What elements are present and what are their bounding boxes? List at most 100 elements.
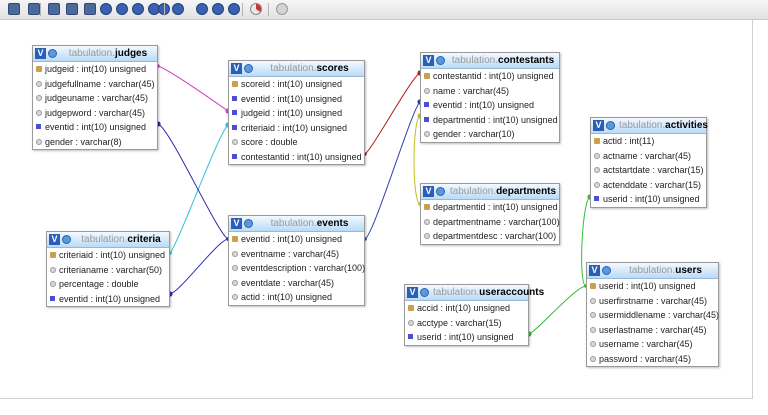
column-row[interactable]: userid : int(10) unsigned	[587, 279, 718, 294]
table-activities[interactable]: Vtabulation.activities actid : int(11) act…	[590, 117, 708, 208]
toggle-columns-icon[interactable]: V	[589, 265, 600, 276]
gear-icon[interactable]	[420, 288, 429, 297]
column-row[interactable]: judgeid : int(10) unsigned	[33, 62, 157, 77]
column-row[interactable]: actenddate : varchar(15)	[591, 178, 706, 193]
column-row[interactable]: judgeid : int(10) unsigned	[229, 106, 364, 121]
gear-icon[interactable]	[436, 187, 445, 196]
table-header[interactable]: Vtabulation.departments	[421, 184, 559, 200]
help-circle-icon[interactable]	[116, 3, 128, 15]
list-icon[interactable]	[66, 3, 78, 15]
column-row[interactable]: percentage : double	[47, 277, 169, 292]
table-scores[interactable]: Vtabulation.scores scoreid : int(10) unsi…	[228, 60, 365, 165]
table-contestants[interactable]: Vtabulation.contestants contestantid : in…	[420, 52, 560, 143]
music-note-icon[interactable]	[84, 3, 96, 15]
toggle-columns-icon[interactable]: V	[423, 186, 434, 197]
column-row[interactable]: eventid : int(10) unsigned	[47, 292, 169, 307]
column-row[interactable]: actstartdate : varchar(15)	[591, 163, 706, 178]
toggle-columns-icon[interactable]: V	[407, 287, 418, 298]
column-row[interactable]: eventid : int(10) unsigned	[33, 120, 157, 135]
fullscreen-icon[interactable]	[28, 3, 40, 15]
column-row[interactable]: acctype : varchar(15)	[405, 316, 528, 331]
toolbar-separator	[242, 3, 243, 16]
column-row[interactable]: criterianame : varchar(50)	[47, 263, 169, 278]
gear-icon[interactable]	[602, 266, 611, 275]
column-row[interactable]: score : double	[229, 135, 364, 150]
column-row[interactable]: departmentid : int(10) unsigned	[421, 200, 559, 215]
column-row[interactable]: password : varchar(45)	[587, 352, 718, 367]
table-header[interactable]: Vtabulation.users	[587, 263, 718, 279]
table-departments[interactable]: Vtabulation.departments departmentid : in…	[420, 183, 560, 245]
column-row[interactable]: gender : varchar(8)	[33, 135, 157, 150]
column-row[interactable]: actid : int(11)	[591, 134, 706, 149]
column-row[interactable]: username : varchar(45)	[587, 337, 718, 352]
column-row[interactable]: eventid : int(10) unsigned	[421, 98, 559, 113]
toggle-columns-icon[interactable]: V	[231, 63, 242, 74]
column-row[interactable]: userfirstname : varchar(45)	[587, 294, 718, 309]
toggle-columns-icon[interactable]: V	[423, 55, 434, 66]
column-row[interactable]: actid : int(10) unsigned	[229, 290, 364, 305]
gear-icon[interactable]	[244, 219, 253, 228]
column-icon	[594, 181, 600, 188]
zoom-in-icon[interactable]	[172, 3, 184, 15]
toggle-columns-icon[interactable]: V	[49, 234, 60, 245]
column-row[interactable]: departmentid : int(10) unsigned	[421, 113, 559, 128]
column-row[interactable]: judgepword : varchar(45)	[33, 106, 157, 121]
gear-icon[interactable]	[436, 56, 445, 65]
table-header[interactable]: Vtabulation.useraccounts	[405, 285, 544, 301]
edit-icon[interactable]	[212, 3, 224, 15]
column-row[interactable]: userid : int(10) unsigned	[405, 330, 528, 345]
table-header[interactable]: Vtabulation.criteria	[47, 232, 169, 248]
column-row[interactable]: userlastname : varchar(45)	[587, 323, 718, 338]
table-header[interactable]: Vtabulation.judges	[33, 46, 157, 62]
column-row[interactable]: contestantid : int(10) unsigned	[421, 69, 559, 84]
table-header[interactable]: Vtabulation.scores	[229, 61, 364, 77]
index-icon	[50, 295, 55, 301]
column-label: judgeuname : varchar(45)	[45, 93, 149, 103]
gear-icon[interactable]	[606, 121, 615, 130]
column-label: gender : varchar(8)	[45, 136, 122, 147]
column-row[interactable]: eventdescription : varchar(100)	[229, 261, 365, 276]
circle-icon[interactable]	[100, 3, 112, 15]
toggle-icon[interactable]	[8, 3, 20, 15]
gear-icon[interactable]	[48, 49, 57, 58]
arrow-icon[interactable]	[276, 3, 288, 15]
column-row[interactable]: eventid : int(10) unsigned	[229, 232, 364, 247]
column-label: judgefullname : varchar(45)	[45, 78, 155, 89]
table-judges[interactable]: Vtabulation.judges judgeid : int(10) unsi…	[32, 45, 158, 150]
print-icon[interactable]	[228, 3, 240, 15]
table-header[interactable]: Vtabulation.events	[229, 216, 364, 232]
table-header[interactable]: Vtabulation.activities	[591, 118, 708, 134]
column-row[interactable]: contestantid : int(10) unsigned	[229, 150, 364, 165]
column-row[interactable]: eventname : varchar(45)	[229, 247, 364, 262]
column-row[interactable]: departmentdesc : varchar(100)	[421, 229, 559, 244]
table-users[interactable]: Vtabulation.users userid : int(10) unsign…	[586, 262, 719, 367]
table-useraccounts[interactable]: Vtabulation.useraccounts accid : int(10) …	[404, 284, 544, 346]
toggle-columns-icon[interactable]: V	[593, 120, 604, 131]
column-label: departmentid : int(10) unsigned	[433, 202, 558, 212]
gear-icon[interactable]	[244, 64, 253, 73]
column-row[interactable]: gender : varchar(10)	[421, 127, 559, 142]
column-row[interactable]: usermiddlename : varchar(45)	[587, 308, 719, 323]
column-row[interactable]: name : varchar(45)	[421, 84, 559, 99]
gear-icon[interactable]	[62, 235, 71, 244]
save-icon[interactable]	[48, 3, 60, 15]
pie-chart-icon[interactable]	[250, 3, 262, 15]
column-row[interactable]: eventdate : varchar(45)	[229, 276, 364, 291]
column-row[interactable]: accid : int(10) unsigned	[405, 301, 528, 316]
column-row[interactable]: criteriaid : int(10) unsigned	[229, 121, 364, 136]
column-row[interactable]: criteriaid : int(10) unsigned	[47, 248, 169, 263]
table-header[interactable]: Vtabulation.contestants	[421, 53, 559, 69]
column-row[interactable]: judgeuname : varchar(45)	[33, 91, 157, 106]
toggle-columns-icon[interactable]: V	[35, 48, 46, 59]
zoom-out-icon[interactable]	[196, 3, 208, 15]
column-row[interactable]: judgefullname : varchar(45)	[33, 77, 157, 92]
table-criteria[interactable]: Vtabulation.criteria criteriaid : int(10)…	[46, 231, 170, 307]
toggle-columns-icon[interactable]: V	[231, 218, 242, 229]
column-row[interactable]: departmentname : varchar(100)	[421, 215, 560, 230]
column-row[interactable]: eventid : int(10) unsigned	[229, 92, 364, 107]
column-row[interactable]: scoreid : int(10) unsigned	[229, 77, 364, 92]
refresh-icon[interactable]	[132, 3, 144, 15]
table-events[interactable]: Vtabulation.events eventid : int(10) unsi…	[228, 215, 365, 306]
column-row[interactable]: userid : int(10) unsigned	[591, 192, 706, 207]
column-row[interactable]: actname : varchar(45)	[591, 149, 706, 164]
